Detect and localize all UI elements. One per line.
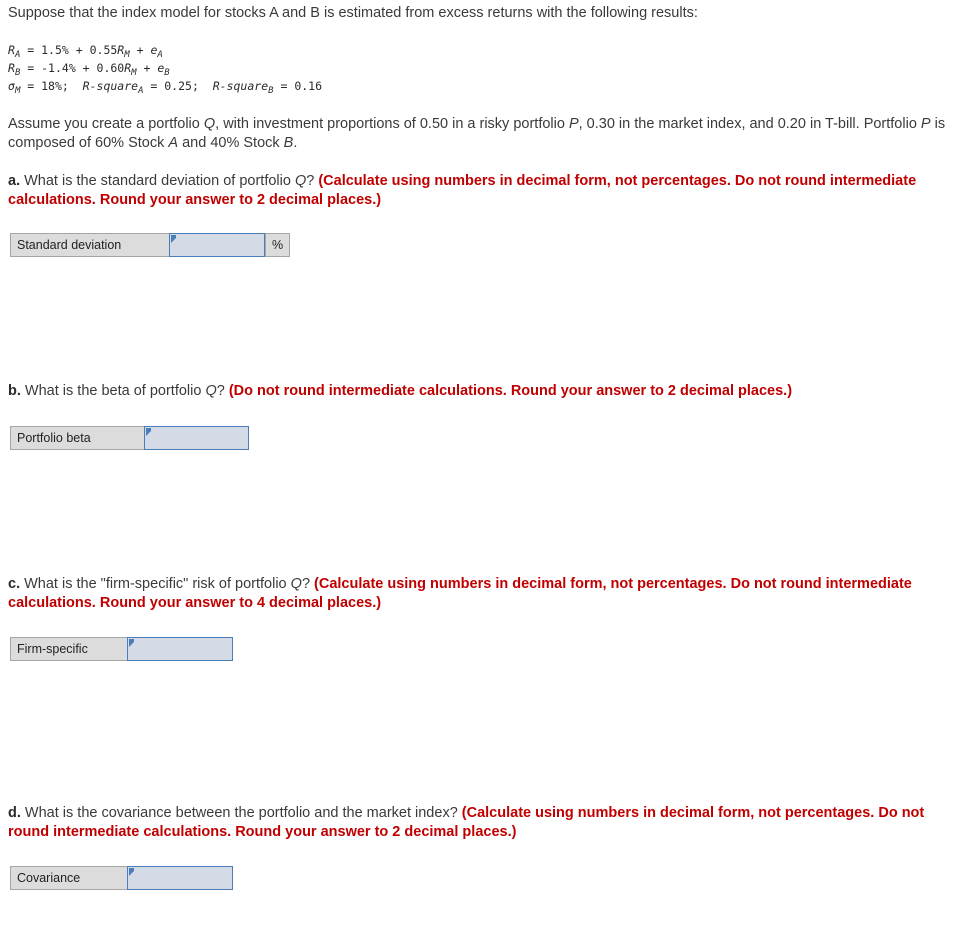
formula-a-lhs-sub: A: [14, 50, 21, 60]
formula-b-mid-sub: M: [131, 68, 137, 78]
assume-part-5: and 40% Stock: [178, 134, 284, 151]
formula-a-lhs-var: R: [8, 43, 15, 57]
assume-part-3: , 0.30 in the market index, and 0.20 in …: [578, 116, 921, 132]
question-b: b. What is the beta of portfolio Q? (Do …: [8, 382, 952, 401]
formula-b-body-pre: = -1.4% + 0.60: [20, 61, 125, 75]
answer-input-wrap-firm-specific[interactable]: [127, 637, 233, 661]
answer-input-wrap-portfolio-beta[interactable]: [144, 426, 249, 450]
assumption-paragraph: Assume you create a portfolio Q, with in…: [8, 115, 952, 152]
formula-b-body-post: +: [136, 61, 158, 75]
question-b-text-before: What is the beta of portfolio: [20, 383, 206, 399]
rsquare-a-sub: A: [138, 86, 144, 96]
answer-input-portfolio-beta[interactable]: [145, 427, 248, 449]
worksheet-page: Suppose that the index model for stocks …: [0, 0, 958, 931]
rsquare-a-var: R-square: [82, 79, 139, 93]
rsquare-b-var: R-square: [212, 79, 269, 93]
formula-b-lhs-sub: B: [14, 68, 21, 78]
formula-a-err-sub: A: [157, 50, 163, 60]
answer-label-covariance: Covariance: [10, 866, 128, 890]
formula-a-body-pre: = 1.5% + 0.55: [20, 43, 118, 57]
rsquare-b-value: = 0.16: [273, 79, 323, 93]
formula-a-mid-sub: M: [124, 50, 130, 60]
question-b-letter: b.: [8, 383, 21, 399]
answer-suffix-percent: %: [265, 233, 291, 257]
rsquare-a-value: = 0.25;: [143, 79, 213, 93]
answer-input-firm-specific[interactable]: [128, 638, 232, 660]
formula-b-lhs-var: R: [8, 61, 15, 75]
question-d-letter: d.: [8, 805, 21, 821]
answer-row-portfolio-beta: Portfolio beta: [10, 426, 249, 450]
assume-var-p2: P: [920, 116, 931, 132]
question-b-variable: Q: [205, 383, 217, 399]
formula-a-body-post: +: [129, 43, 151, 57]
assume-part-2: , with investment proportions of 0.50 in…: [215, 116, 569, 132]
assume-var-b: B: [283, 134, 294, 151]
question-d-text-before: What is the covariance between the portf…: [20, 805, 462, 821]
answer-label-portfolio-beta: Portfolio beta: [10, 426, 145, 450]
question-c-letter: c.: [8, 576, 21, 592]
assume-part-6: .: [293, 134, 298, 151]
formula-line-stock-a: RA = 1.5% + 0.55RM + eA: [8, 42, 322, 60]
answer-input-wrap-standard-deviation[interactable]: [169, 233, 265, 257]
question-a: a. What is the standard deviation of por…: [8, 172, 952, 210]
answer-label-standard-deviation: Standard deviation: [10, 233, 170, 257]
answer-input-covariance[interactable]: [128, 867, 232, 889]
question-c-variable: Q: [290, 576, 302, 592]
question-a-variable: Q: [294, 173, 307, 189]
answer-label-firm-specific: Firm-specific: [10, 637, 128, 661]
sigma-var: σ: [8, 79, 15, 93]
assume-part-1: Assume you create a portfolio: [8, 116, 204, 132]
question-d: d. What is the covariance between the po…: [8, 804, 952, 842]
answer-row-covariance: Covariance: [10, 866, 233, 890]
question-b-note: (Do not round intermediate calculations.…: [228, 383, 793, 399]
assume-var-p: P: [568, 116, 579, 132]
question-a-text-after: ?: [306, 173, 319, 189]
sigma-sub: M: [14, 86, 21, 96]
assume-var-q: Q: [203, 116, 216, 132]
rsquare-b-sub: B: [268, 86, 274, 96]
formula-b-err-sub: B: [164, 68, 170, 78]
answer-input-wrap-covariance[interactable]: [127, 866, 233, 890]
index-model-formulas: RA = 1.5% + 0.55RM + eA RB = -1.4% + 0.6…: [8, 42, 322, 96]
answer-input-standard-deviation[interactable]: [170, 234, 264, 256]
assume-var-a: A: [168, 134, 179, 151]
question-c-text-after: ?: [301, 576, 315, 592]
question-a-letter: a.: [8, 173, 21, 189]
answer-row-firm-specific: Firm-specific: [10, 637, 233, 661]
question-c-text-before: What is the "firm-specific" risk of port…: [20, 576, 291, 592]
question-a-text-before: What is the standard deviation of portfo…: [20, 173, 295, 189]
formula-line-sigma-rsquare: σM = 18%; R-squareA = 0.25; R-squareB = …: [8, 78, 322, 96]
sigma-value: = 18%;: [20, 79, 83, 93]
question-c: c. What is the "firm-specific" risk of p…: [8, 575, 952, 613]
intro-text: Suppose that the index model for stocks …: [8, 5, 698, 21]
answer-row-standard-deviation: Standard deviation %: [10, 233, 291, 257]
question-b-text-after: ?: [216, 383, 229, 399]
formula-line-stock-b: RB = -1.4% + 0.60RM + eB: [8, 60, 322, 78]
